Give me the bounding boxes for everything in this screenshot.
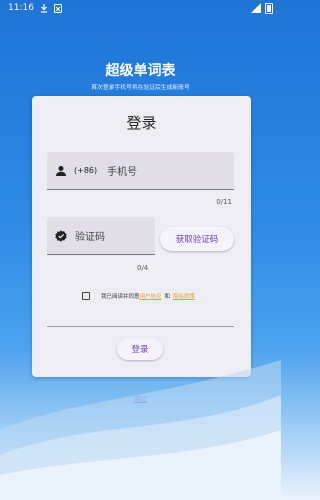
code-counter: 0/4 (137, 264, 149, 272)
login-button[interactable]: 登录 (117, 338, 163, 360)
agreement-and: 和 (164, 294, 171, 300)
status-bar: 11:16 (0, 0, 281, 16)
app-title: 超级单词表 (105, 63, 176, 79)
code-placeholder: 验证码 (75, 232, 105, 243)
privacy-policy-link[interactable]: 隐私政策 (173, 292, 195, 300)
divider (47, 326, 234, 327)
phone-counter: 0/11 (216, 198, 232, 206)
phone-placeholder: 手机号 (107, 167, 138, 178)
agreement-text: 我已阅读并同意 (101, 294, 140, 300)
phone-prefix: (+86) (74, 166, 98, 175)
status-time: 11:16 (8, 3, 34, 13)
code-input[interactable]: 验证码 (47, 217, 155, 255)
download-icon (40, 3, 47, 13)
user-agreement-link[interactable]: 用户协议 (140, 292, 162, 300)
verified-icon (55, 229, 67, 242)
login-title: 登录 (126, 114, 157, 132)
app-subtitle: 首次登录手机号将在验证后生成新账号 (91, 85, 190, 91)
agreement-row: 我已阅读并同意 用户协议 和 隐私政策 (82, 292, 195, 300)
person-icon (56, 165, 66, 176)
no-sim-icon (53, 3, 62, 13)
signal-icon (251, 3, 261, 13)
battery-icon (265, 2, 273, 14)
background-wave (0, 360, 281, 500)
login-card: 登录 (+86) 手机号 0/11 验证码 0/4 获取验证码 我已阅读并同意 … (32, 96, 251, 377)
phone-input[interactable]: (+86) 手机号 (47, 152, 234, 190)
agreement-checkbox[interactable] (82, 292, 90, 300)
get-code-button[interactable]: 获取验证码 (160, 227, 234, 251)
